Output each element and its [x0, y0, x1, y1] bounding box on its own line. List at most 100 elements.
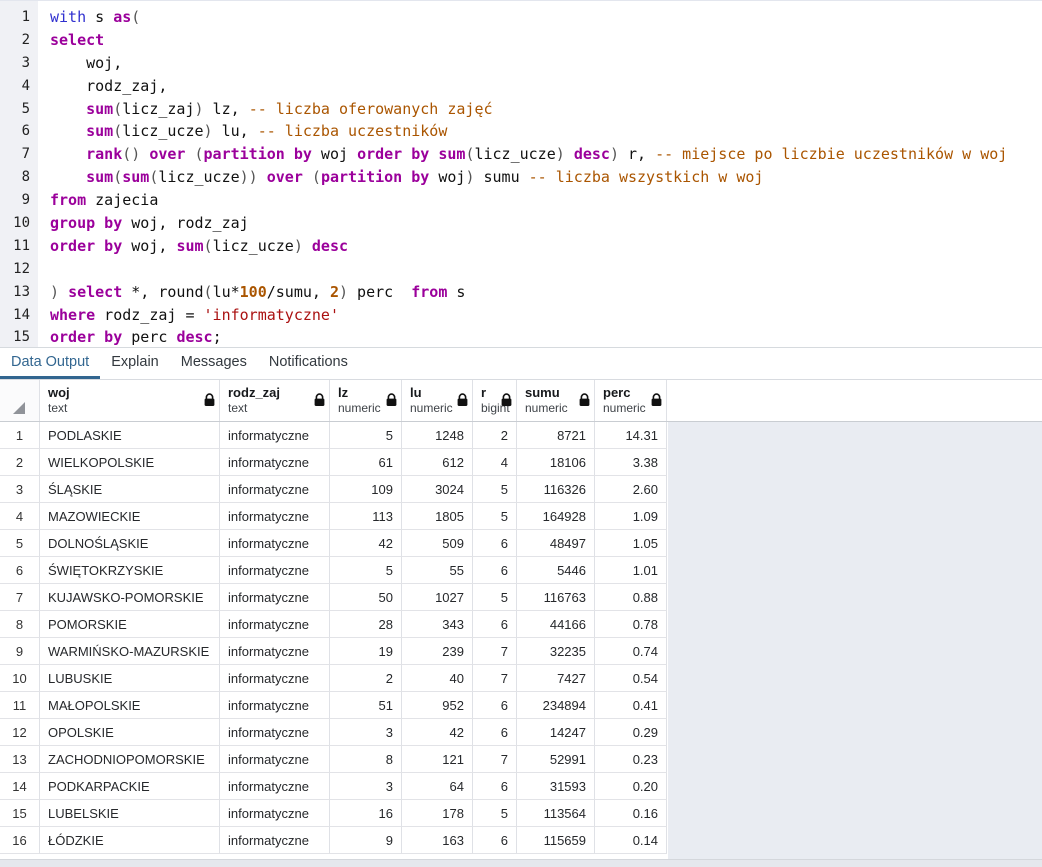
- cell-r[interactable]: 6: [473, 557, 517, 584]
- cell-lz[interactable]: 109: [330, 476, 402, 503]
- cell-sumu[interactable]: 44166: [517, 611, 595, 638]
- row-number[interactable]: 15: [0, 800, 40, 827]
- cell-sumu[interactable]: 113564: [517, 800, 595, 827]
- cell-lz[interactable]: 16: [330, 800, 402, 827]
- row-number[interactable]: 12: [0, 719, 40, 746]
- cell-woj[interactable]: OPOLSKIE: [40, 719, 220, 746]
- row-number[interactable]: 13: [0, 746, 40, 773]
- cell-woj[interactable]: LUBUSKIE: [40, 665, 220, 692]
- cell-rodz_zaj[interactable]: informatyczne: [220, 422, 330, 449]
- row-number[interactable]: 7: [0, 584, 40, 611]
- cell-perc[interactable]: 0.78: [595, 611, 667, 638]
- cell-lu[interactable]: 1805: [402, 503, 473, 530]
- cell-r[interactable]: 6: [473, 530, 517, 557]
- cell-perc[interactable]: 2.60: [595, 476, 667, 503]
- cell-sumu[interactable]: 8721: [517, 422, 595, 449]
- cell-rodz_zaj[interactable]: informatyczne: [220, 746, 330, 773]
- tab-data-output[interactable]: Data Output: [0, 348, 100, 379]
- cell-lu[interactable]: 612: [402, 449, 473, 476]
- row-number[interactable]: 4: [0, 503, 40, 530]
- row-number[interactable]: 11: [0, 692, 40, 719]
- cell-rodz_zaj[interactable]: informatyczne: [220, 665, 330, 692]
- cell-woj[interactable]: PODLASKIE: [40, 422, 220, 449]
- cell-lz[interactable]: 42: [330, 530, 402, 557]
- cell-r[interactable]: 6: [473, 611, 517, 638]
- cell-lu[interactable]: 40: [402, 665, 473, 692]
- cell-r[interactable]: 7: [473, 638, 517, 665]
- cell-perc[interactable]: 0.20: [595, 773, 667, 800]
- cell-woj[interactable]: POMORSKIE: [40, 611, 220, 638]
- cell-perc[interactable]: 1.09: [595, 503, 667, 530]
- row-number[interactable]: 16: [0, 827, 40, 854]
- tab-explain[interactable]: Explain: [100, 348, 170, 379]
- cell-r[interactable]: 5: [473, 476, 517, 503]
- cell-woj[interactable]: MAZOWIECKIE: [40, 503, 220, 530]
- cell-perc[interactable]: 0.29: [595, 719, 667, 746]
- cell-r[interactable]: 6: [473, 827, 517, 854]
- cell-woj[interactable]: LUBELSKIE: [40, 800, 220, 827]
- cell-perc[interactable]: 0.14: [595, 827, 667, 854]
- cell-lz[interactable]: 9: [330, 827, 402, 854]
- row-number[interactable]: 8: [0, 611, 40, 638]
- sql-editor[interactable]: 123456789101112131415 with s as(select w…: [0, 0, 1042, 348]
- cell-woj[interactable]: ŚLĄSKIE: [40, 476, 220, 503]
- cell-perc[interactable]: 0.88: [595, 584, 667, 611]
- cell-r[interactable]: 4: [473, 449, 517, 476]
- cell-sumu[interactable]: 5446: [517, 557, 595, 584]
- row-number[interactable]: 2: [0, 449, 40, 476]
- cell-r[interactable]: 7: [473, 746, 517, 773]
- cell-r[interactable]: 6: [473, 719, 517, 746]
- cell-woj[interactable]: ŚWIĘTOKRZYSKIE: [40, 557, 220, 584]
- row-number[interactable]: 10: [0, 665, 40, 692]
- cell-lu[interactable]: 509: [402, 530, 473, 557]
- tab-messages[interactable]: Messages: [170, 348, 258, 379]
- cell-r[interactable]: 5: [473, 503, 517, 530]
- cell-lu[interactable]: 64: [402, 773, 473, 800]
- cell-lz[interactable]: 3: [330, 719, 402, 746]
- cell-lu[interactable]: 343: [402, 611, 473, 638]
- cell-woj[interactable]: WIELKOPOLSKIE: [40, 449, 220, 476]
- cell-sumu[interactable]: 116763: [517, 584, 595, 611]
- cell-woj[interactable]: KUJAWSKO-POMORSKIE: [40, 584, 220, 611]
- row-number[interactable]: 1: [0, 422, 40, 449]
- cell-sumu[interactable]: 52991: [517, 746, 595, 773]
- cell-perc[interactable]: 0.54: [595, 665, 667, 692]
- cell-sumu[interactable]: 14247: [517, 719, 595, 746]
- cell-rodz_zaj[interactable]: informatyczne: [220, 530, 330, 557]
- column-header-lz[interactable]: lznumeric: [330, 380, 402, 421]
- sql-code-area[interactable]: with s as(select woj, rodz_zaj, sum(licz…: [38, 1, 1042, 347]
- cell-sumu[interactable]: 31593: [517, 773, 595, 800]
- cell-lu[interactable]: 163: [402, 827, 473, 854]
- column-header-perc[interactable]: percnumeric: [595, 380, 667, 421]
- cell-rodz_zaj[interactable]: informatyczne: [220, 773, 330, 800]
- cell-woj[interactable]: PODKARPACKIE: [40, 773, 220, 800]
- cell-lz[interactable]: 5: [330, 422, 402, 449]
- horizontal-scrollbar[interactable]: [0, 859, 1042, 867]
- cell-sumu[interactable]: 116326: [517, 476, 595, 503]
- cell-perc[interactable]: 14.31: [595, 422, 667, 449]
- cell-lu[interactable]: 952: [402, 692, 473, 719]
- cell-lz[interactable]: 2: [330, 665, 402, 692]
- cell-sumu[interactable]: 115659: [517, 827, 595, 854]
- cell-lz[interactable]: 113: [330, 503, 402, 530]
- cell-sumu[interactable]: 18106: [517, 449, 595, 476]
- cell-perc[interactable]: 1.01: [595, 557, 667, 584]
- cell-sumu[interactable]: 48497: [517, 530, 595, 557]
- cell-lz[interactable]: 19: [330, 638, 402, 665]
- cell-sumu[interactable]: 234894: [517, 692, 595, 719]
- cell-woj[interactable]: MAŁOPOLSKIE: [40, 692, 220, 719]
- cell-perc[interactable]: 1.05: [595, 530, 667, 557]
- cell-perc[interactable]: 0.23: [595, 746, 667, 773]
- cell-rodz_zaj[interactable]: informatyczne: [220, 557, 330, 584]
- cell-lu[interactable]: 121: [402, 746, 473, 773]
- cell-r[interactable]: 6: [473, 692, 517, 719]
- row-number[interactable]: 5: [0, 530, 40, 557]
- cell-lz[interactable]: 51: [330, 692, 402, 719]
- column-header-r[interactable]: rbigint: [473, 380, 517, 421]
- cell-rodz_zaj[interactable]: informatyczne: [220, 503, 330, 530]
- cell-woj[interactable]: ZACHODNIOPOMORSKIE: [40, 746, 220, 773]
- cell-rodz_zaj[interactable]: informatyczne: [220, 692, 330, 719]
- cell-rodz_zaj[interactable]: informatyczne: [220, 611, 330, 638]
- column-header-sumu[interactable]: sumunumeric: [517, 380, 595, 421]
- cell-lz[interactable]: 28: [330, 611, 402, 638]
